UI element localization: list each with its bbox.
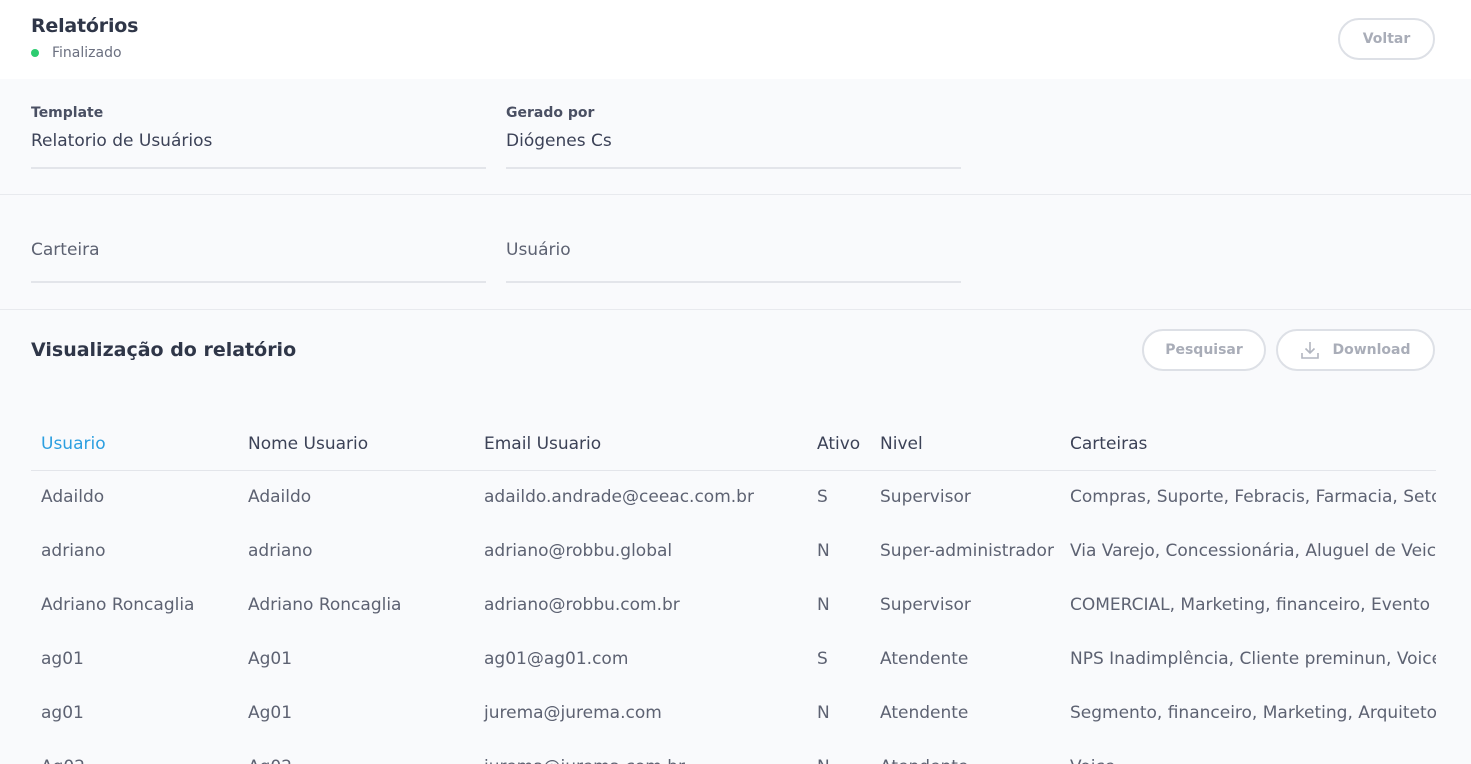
status-label: Finalizado	[52, 45, 122, 61]
template-underline	[31, 167, 486, 169]
cell-nivel: Super-administrador	[880, 541, 1054, 561]
usuario-filter[interactable]: Usuário	[506, 240, 961, 284]
cell-usuario: Ag02	[31, 740, 238, 764]
cell-nivel: Atendente	[880, 703, 969, 723]
search-button[interactable]: Pesquisar	[1142, 329, 1266, 371]
cell-usuario: ag01	[41, 703, 84, 723]
cell-carteiras: Voice	[1060, 740, 1436, 764]
cell-nome-usuario: Ag01	[248, 649, 293, 669]
generated-by-underline	[506, 167, 961, 169]
cell-carteiras: Segmento, financeiro, Marketing, Arquite…	[1070, 703, 1436, 723]
table-row: ag01 Ag01 ag01@ag01.com S Atendente NPS …	[31, 632, 1436, 686]
cell-carteiras: NPS Inadimplência, Cliente preminun, Voi…	[1070, 649, 1436, 669]
cell-usuario: Adriano Roncaglia	[41, 595, 195, 615]
generated-by-label: Gerado por	[506, 105, 595, 121]
carteira-filter-label: Carteira	[31, 240, 100, 260]
usuario-filter-label: Usuário	[506, 240, 571, 260]
cell-nome-usuario: Ag01	[248, 703, 293, 723]
download-icon	[1301, 342, 1320, 359]
cell-usuario: ag01	[41, 649, 84, 669]
section-divider	[0, 309, 1471, 310]
column-header-ativo[interactable]: Ativo	[807, 418, 870, 471]
column-header-email-usuario[interactable]: Email Usuario	[474, 418, 807, 471]
section-divider	[0, 194, 1471, 195]
table-row: Adaildo Adaildo adaildo.andrade@ceeac.co…	[31, 470, 1436, 524]
cell-ativo: N	[817, 703, 830, 723]
column-header-nivel[interactable]: Nivel	[870, 418, 1060, 471]
template-value: Relatorio de Usuários	[31, 131, 213, 151]
column-header-nome-usuario[interactable]: Nome Usuario	[238, 418, 474, 471]
cell-carteiras: COMERCIAL, Marketing, financeiro, Evento…	[1070, 595, 1436, 615]
cell-nivel: Supervisor	[880, 487, 971, 508]
template-field: Template Relatorio de Usuários	[31, 105, 486, 169]
cell-ativo: S	[817, 649, 828, 669]
cell-nivel: Supervisor	[880, 595, 971, 615]
column-header-carteiras[interactable]: Carteiras	[1060, 418, 1436, 471]
table-row: Adriano Roncaglia Adriano Roncaglia adri…	[31, 578, 1436, 632]
generated-by-value: Diógenes Cs	[506, 131, 612, 151]
cell-nome-usuario: Ag02	[238, 740, 474, 764]
cell-ativo: N	[817, 595, 830, 615]
template-label: Template	[31, 105, 104, 121]
table-row: Ag02 Ag02 jurema@jurema.com.br N Atenden…	[31, 740, 1436, 764]
cell-ativo: N	[817, 541, 830, 561]
cell-ativo: N	[807, 740, 870, 764]
cell-nome-usuario: adriano	[248, 541, 313, 561]
download-button[interactable]: Download	[1276, 329, 1435, 371]
cell-email: adaildo.andrade@ceeac.com.br	[484, 487, 754, 508]
carteira-filter-underline	[31, 281, 486, 283]
table-row: adriano adriano adriano@robbu.global N S…	[31, 524, 1436, 578]
usuario-filter-underline	[506, 281, 961, 283]
cell-usuario: Adaildo	[41, 487, 105, 508]
cell-carteiras: Via Varejo, Concessionária, Aluguel de V…	[1070, 541, 1436, 561]
carteira-filter[interactable]: Carteira	[31, 240, 486, 284]
cell-ativo: S	[817, 487, 828, 508]
download-label: Download	[1332, 342, 1411, 358]
cell-nome-usuario: Adaildo	[248, 487, 312, 508]
report-table: Usuario Nome Usuario Email Usuario Ativo…	[31, 418, 1436, 764]
table-row: ag01 Ag01 jurema@jurema.com N Atendente …	[31, 686, 1436, 740]
page-header: Relatórios Finalizado Voltar	[0, 0, 1471, 79]
page-title: Relatórios	[31, 15, 139, 37]
cell-email: jurema@jurema.com	[484, 703, 662, 723]
back-button[interactable]: Voltar	[1338, 18, 1435, 60]
cell-carteiras: Compras, Suporte, Febracis, Farmacia, Se…	[1070, 487, 1436, 508]
table-header-row: Usuario Nome Usuario Email Usuario Ativo…	[31, 418, 1436, 471]
cell-nivel: Atendente	[880, 649, 969, 669]
cell-email: adriano@robbu.global	[484, 541, 673, 561]
cell-email: jurema@jurema.com.br	[474, 740, 807, 764]
status-indicator: Finalizado	[31, 45, 122, 61]
status-dot-icon	[31, 49, 39, 57]
report-preview-title: Visualização do relatório	[31, 339, 297, 361]
cell-email: adriano@robbu.com.br	[484, 595, 680, 615]
cell-usuario: adriano	[41, 541, 106, 561]
cell-nome-usuario: Adriano Roncaglia	[248, 595, 402, 615]
generated-by-field: Gerado por Diógenes Cs	[506, 105, 961, 169]
column-header-usuario[interactable]: Usuario	[31, 418, 238, 471]
cell-nivel: Atendente	[870, 740, 1060, 764]
cell-email: ag01@ag01.com	[484, 649, 629, 669]
